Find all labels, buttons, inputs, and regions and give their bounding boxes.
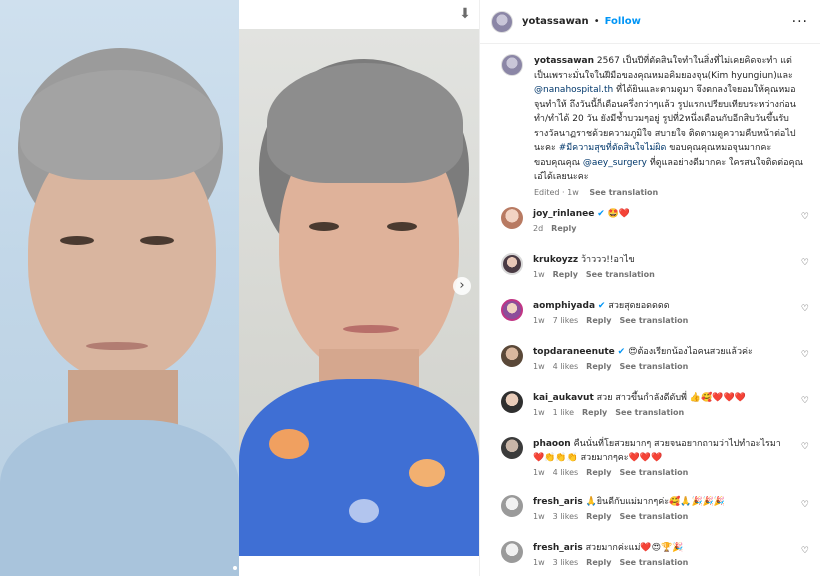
comment-username[interactable]: topdaraneenute [533,347,615,357]
see-translation-button[interactable]: See translation [615,408,684,417]
comment-item: topdaraneenute ✔ 😍ต้องเรียกน้องไอคนสวยแล… [501,345,811,374]
comment-likes[interactable]: 3 likes [553,512,579,521]
post-viewer: ⬇ › yotassawan • Follow ··· yotassawan 2… [0,0,820,576]
see-translation-button[interactable]: See translation [619,512,688,521]
caption-username[interactable]: yotassawan [534,56,594,66]
comment-time: 1w [533,512,545,521]
comment-username[interactable]: kai_aukavut [533,393,594,403]
comment-text: ว้าววว!!อาไข [580,255,635,265]
comment-time: 1w [533,408,545,417]
like-heart-icon[interactable]: ♡ [801,396,809,406]
caption: yotassawan 2567 เป็นปีที่ตัดสินใจทำในสิ่… [501,54,808,200]
comment-text: คืนนั่นที่โยสวยมากๆ สวยจนอยากถามว่าไปทำอ… [533,439,781,463]
reply-button[interactable]: Reply [586,316,611,325]
download-icon[interactable]: ⬇ [458,6,472,22]
like-heart-icon[interactable]: ♡ [801,258,809,268]
more-options-icon[interactable]: ··· [792,14,808,30]
comment-text: สวยสุดยอดดดด [608,301,670,311]
reply-button[interactable]: Reply [586,512,611,521]
comment-username[interactable]: phaoon [533,439,571,449]
comment-text: สวย สาวขึ้นกำลังดีดับพี่ 👍🥰❤️❤️❤️ [596,393,746,403]
comment-likes[interactable]: 7 likes [553,316,579,325]
commenter-avatar[interactable] [501,391,523,413]
commenter-avatar[interactable] [501,495,523,517]
comment-username[interactable]: fresh_aris [533,497,583,507]
comment-username[interactable]: aomphiyada [533,301,595,311]
reply-button[interactable]: Reply [553,270,578,279]
like-heart-icon[interactable]: ♡ [801,350,809,360]
comment-text: 🤩❤️ [607,209,631,219]
see-translation-button[interactable]: See translation [586,270,655,279]
comment-text: 😍ต้องเรียกน้องไอคนสวยแล้วค่ะ [628,347,753,357]
post-header: yotassawan • Follow ··· [480,0,820,44]
comments-list: yotassawan 2567 เป็นปีที่ตัดสินใจทำในสิ่… [480,44,820,200]
commenter-avatar[interactable] [501,253,523,275]
follow-button[interactable]: Follow [605,16,641,27]
like-heart-icon[interactable]: ♡ [801,500,809,510]
comment-time: 1w [533,468,545,477]
verified-badge-icon: ✔ [597,209,605,219]
comment-username[interactable]: krukoyzz [533,255,578,265]
comment-time: 1w [533,558,545,567]
comment-time: 1w [533,270,545,279]
see-translation-button[interactable]: See translation [619,316,688,325]
carousel-indicator [233,566,265,570]
comment-likes[interactable]: 4 likes [553,362,579,371]
comment-text: สวยมากค่ะแม่❤️😍🏆🎉 [585,543,684,553]
comment-item: fresh_aris 🙏ยินดีกับแม่มากๆค่ะ🥰🙏🎉🎉🎉 1w 3 … [501,495,811,524]
commenter-avatar[interactable] [501,541,523,563]
comment-item: kai_aukavut สวย สาวขึ้นกำลังดีดับพี่ 👍🥰❤… [501,391,811,420]
caption-edited-time: Edited · 1w [534,187,579,197]
mention-link-nanahospital[interactable]: @nanahospital.th [534,85,613,95]
reply-button[interactable]: Reply [551,224,576,233]
like-heart-icon[interactable]: ♡ [801,546,809,556]
reply-button[interactable]: Reply [586,558,611,567]
hashtag-link[interactable]: #มีความสุขที่ตัดสินใจไม่ผิด [559,143,667,153]
commenter-avatar[interactable] [501,207,523,229]
comment-likes[interactable]: 1 like [553,408,574,417]
comment-item: aomphiyada ✔ สวยสุดยอดดดด 1w 7 likes Reply… [501,299,811,328]
comment-username[interactable]: fresh_aris [533,543,583,553]
post-media[interactable]: ⬇ › [0,0,479,576]
comment-time: 1w [533,316,545,325]
comment-likes[interactable]: 4 likes [553,468,579,477]
comment-item: joy_rinlanee ✔ 🤩❤️ 2d Reply ♡ [501,207,811,236]
before-photo [0,0,239,576]
reply-button[interactable]: Reply [586,362,611,371]
like-heart-icon[interactable]: ♡ [801,304,809,314]
caption-avatar[interactable] [501,54,523,76]
caption-see-translation[interactable]: See translation [589,188,658,197]
author-username[interactable]: yotassawan [522,16,589,27]
comment-time: 1w [533,362,545,371]
verified-badge-icon: ✔ [597,301,606,311]
verified-badge-icon: ✔ [617,347,626,357]
author-avatar[interactable] [491,10,513,33]
commenter-avatar[interactable] [501,345,523,367]
reply-button[interactable]: Reply [586,468,611,477]
comment-text: 🙏ยินดีกับแม่มากๆค่ะ🥰🙏🎉🎉🎉 [585,497,726,507]
see-translation-button[interactable]: See translation [619,468,688,477]
like-heart-icon[interactable]: ♡ [801,442,809,452]
comment-item: fresh_aris สวยมากค่ะแม่❤️😍🏆🎉 1w 3 likes Re… [501,541,811,570]
like-heart-icon[interactable]: ♡ [801,212,809,222]
see-translation-button[interactable]: See translation [619,362,688,371]
next-slide-button[interactable]: › [453,277,471,295]
after-photo: ⬇ › [239,0,479,576]
reply-button[interactable]: Reply [582,408,607,417]
see-translation-button[interactable]: See translation [619,558,688,567]
comment-likes[interactable]: 3 likes [553,558,579,567]
post-panel: yotassawan • Follow ··· yotassawan 2567 … [479,0,820,576]
comment-username[interactable]: joy_rinlanee [533,209,594,219]
commenter-avatar[interactable] [501,299,523,321]
mention-link-aey-surgery[interactable]: @aey_surgery [583,158,647,168]
comment-time: 2d [533,224,544,233]
comment-item: krukoyzz ว้าววว!!อาไข 1w Reply See transla… [501,253,811,282]
comment-item: phaoon คืนนั่นที่โยสวยมากๆ สวยจนอยากถามว… [501,437,811,480]
commenter-avatar[interactable] [501,437,523,459]
separator-dot: • [593,16,600,27]
